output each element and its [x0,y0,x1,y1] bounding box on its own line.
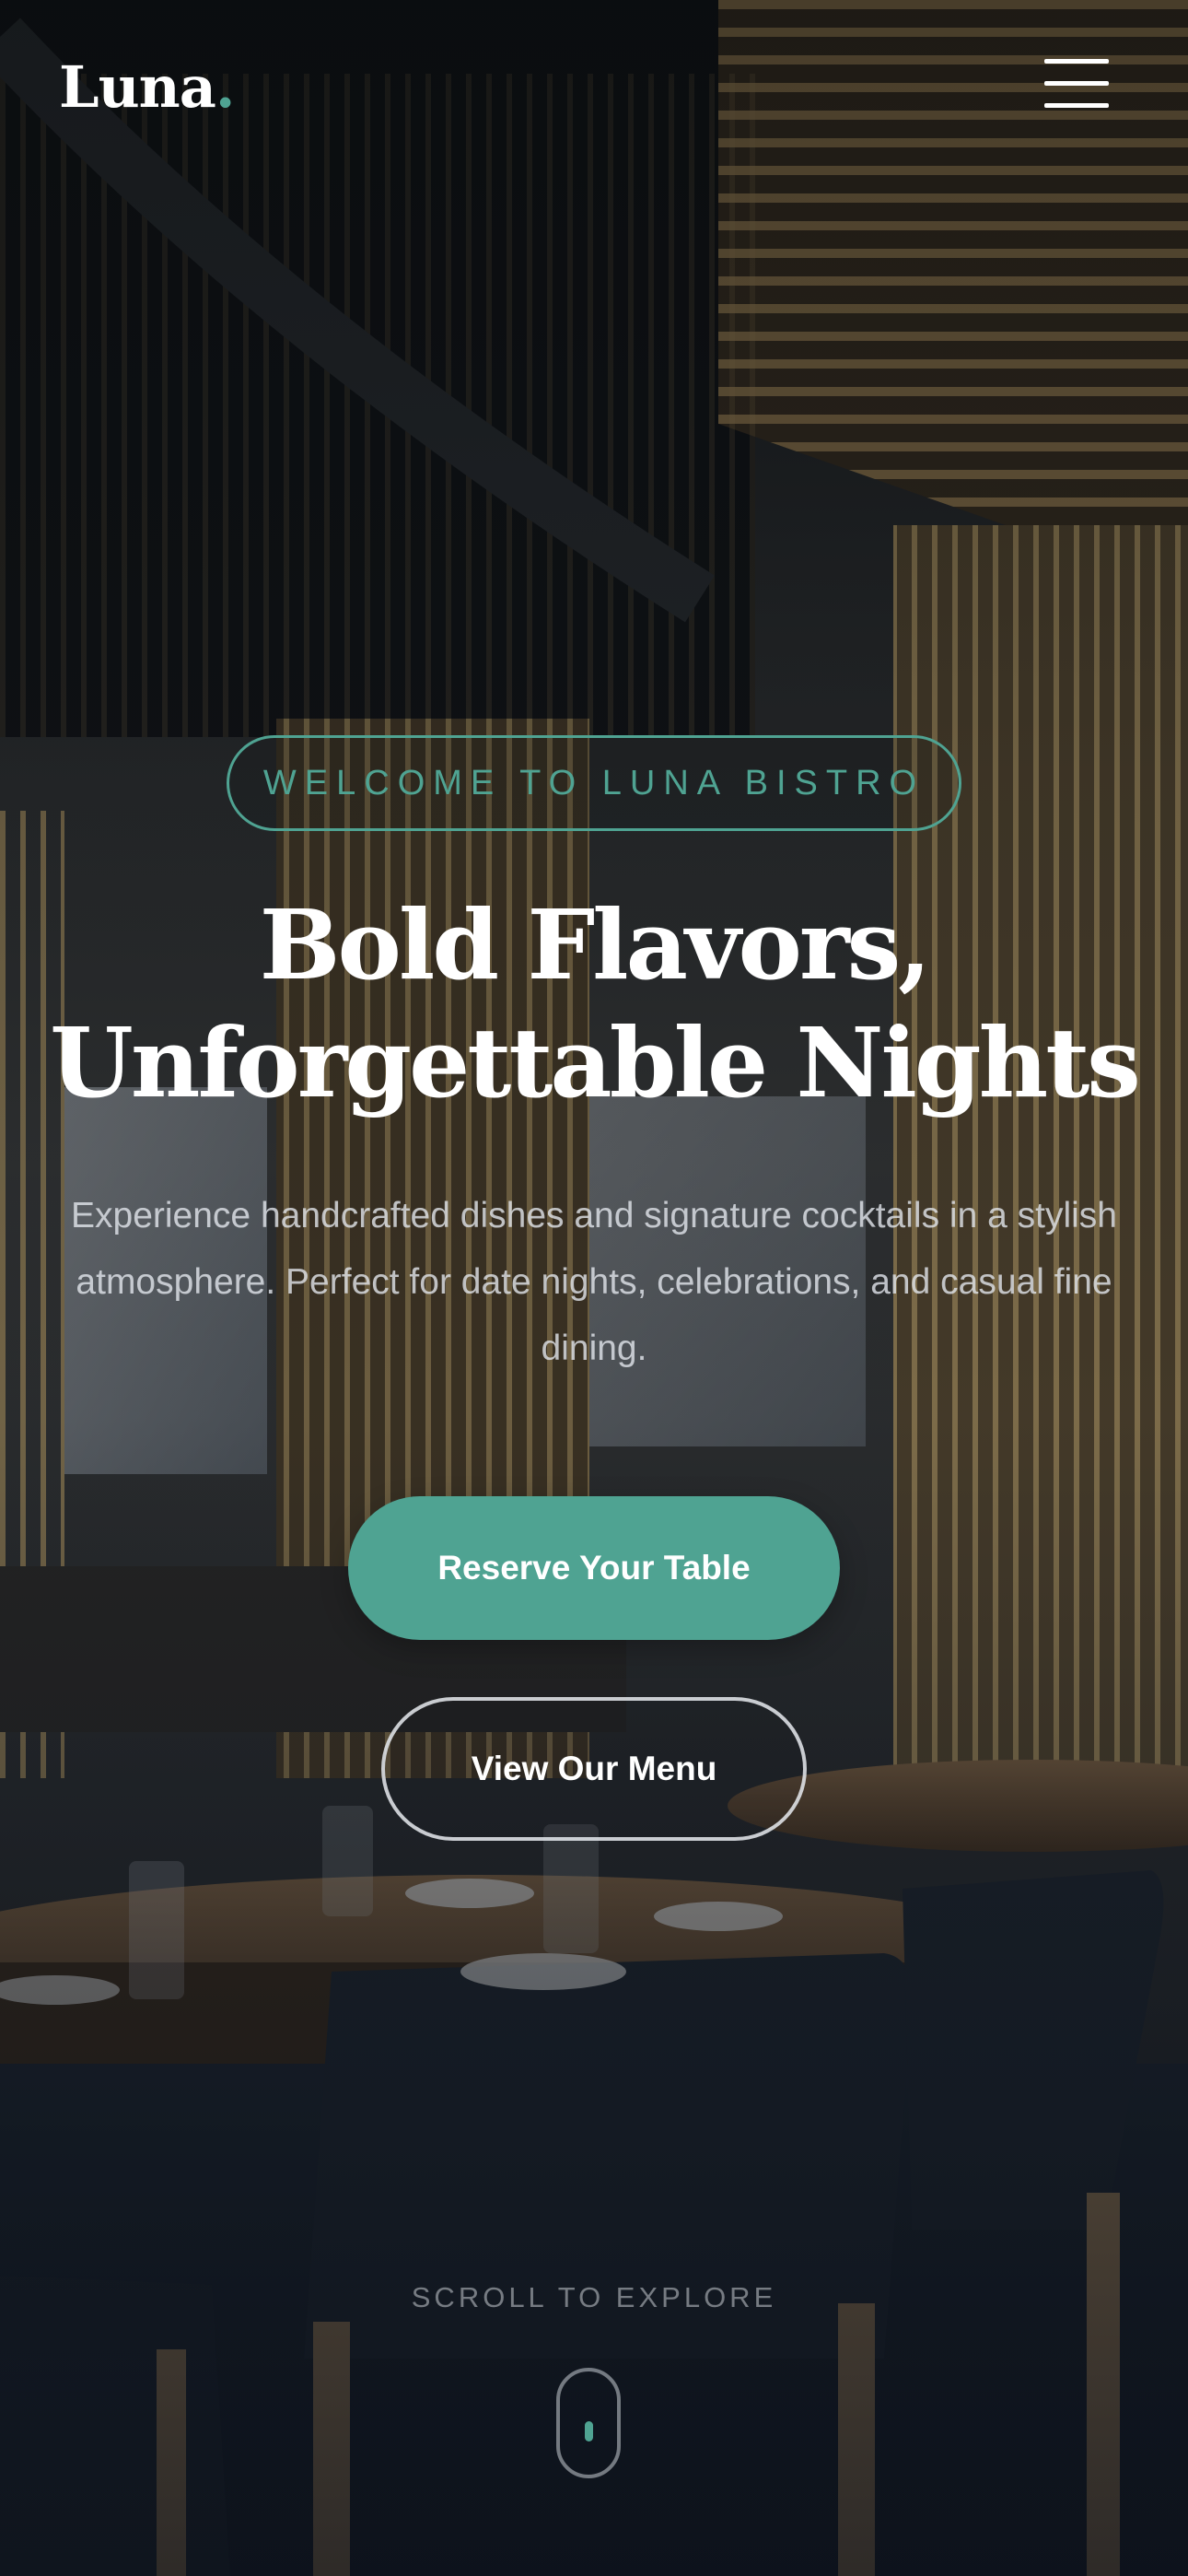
reserve-table-button[interactable]: Reserve Your Table [348,1496,840,1640]
welcome-badge: WELCOME TO LUNA BISTRO [227,735,961,831]
menu-button[interactable] [1039,57,1112,112]
logo-text: Luna [59,53,216,121]
mouse-wheel-indicator [585,2421,593,2441]
headline-line-1: Bold Flavors, [259,888,932,1001]
hero-headline: Bold Flavors, Unforgettable Nights [0,886,1188,1122]
hero-description: Experience handcrafted dishes and signat… [71,1196,1117,1368]
view-menu-button[interactable]: View Our Menu [381,1697,807,1841]
logo[interactable]: Luna. [59,46,235,129]
headline-line-2: Unforgettable Nights [50,1006,1141,1119]
logo-dot: . [215,53,236,121]
hero-section: Luna. WELCOME TO LUNA BISTRO Bold Flavor… [0,0,1188,2576]
scroll-hint-label: SCROLL TO EXPLORE [411,2281,777,2313]
mouse-scroll-icon[interactable] [556,2368,621,2478]
